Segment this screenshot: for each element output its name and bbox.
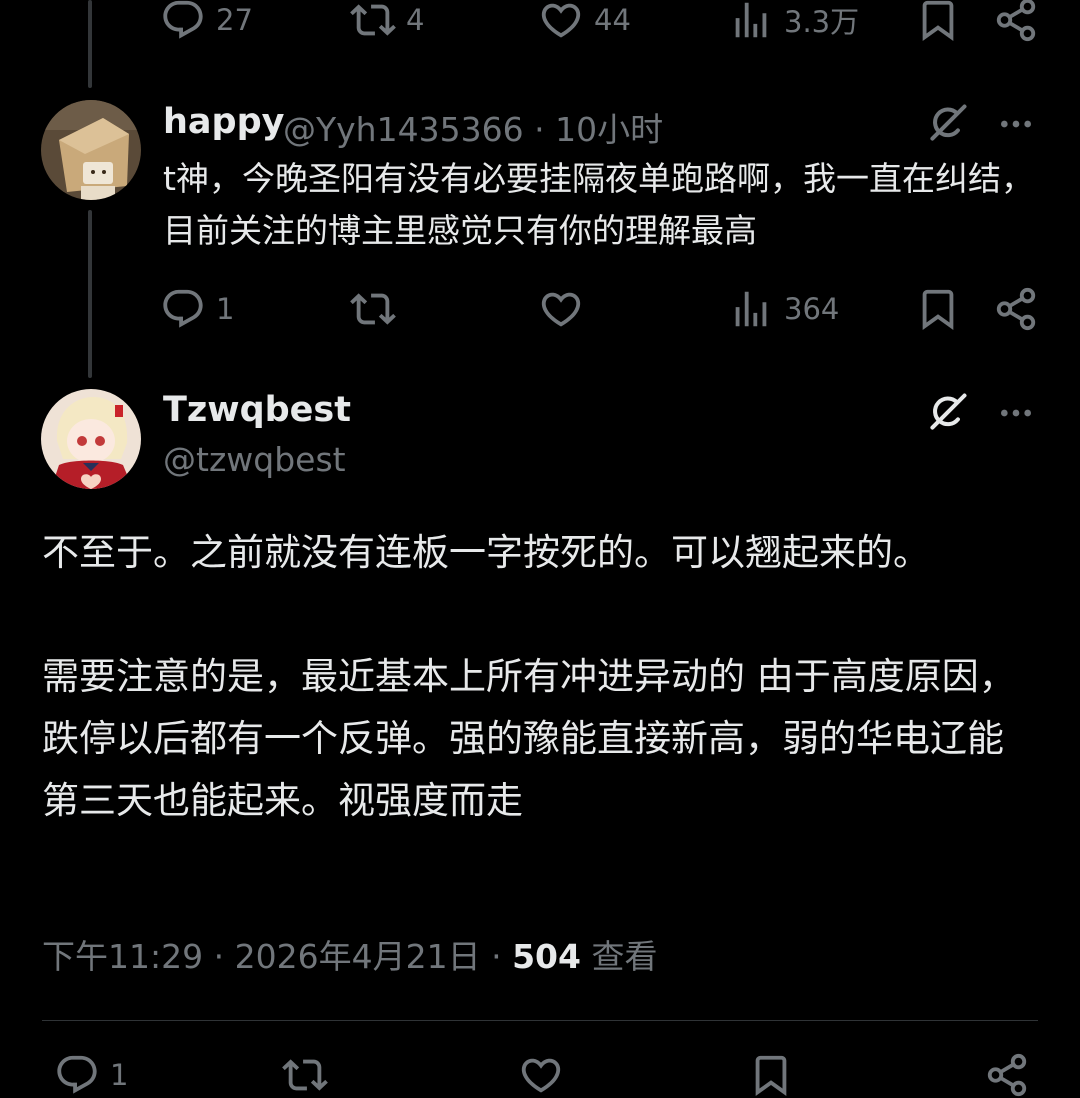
main-like-button[interactable] [518,1052,564,1098]
share-icon [993,0,1039,43]
reply-grok-button[interactable] [926,101,970,145]
reply-bookmark-button[interactable] [915,286,961,332]
post-meta-separator-2: · [491,937,502,976]
grok-icon [926,390,970,434]
top-share-button[interactable] [993,0,1039,43]
heart-icon [518,1052,564,1098]
main-post-paragraph-1: 不至于。之前就没有连板一字按死的。可以翘起来的。 [42,531,930,574]
share-icon [993,286,1039,332]
main-retweet-button[interactable] [282,1052,328,1098]
reply-like-button[interactable] [538,286,584,332]
main-avatar[interactable] [41,389,141,489]
reply-time[interactable]: 10小时 [555,110,663,149]
top-retweet-count: 4 [406,3,425,37]
reply-more-button[interactable] [996,104,1036,144]
reply-handle[interactable]: @Yyh1435366 [283,110,524,149]
main-post-text: 不至于。之前就没有连板一字按死的。可以翘起来的。 需要注意的是，最近基本上所有冲… [42,522,1032,832]
bookmark-icon [915,0,961,43]
top-like-button[interactable]: 44 [538,0,631,43]
main-handle[interactable]: @tzwqbest [163,440,346,479]
main-display-name[interactable]: Tzwqbest [163,390,351,430]
grok-icon [926,101,970,145]
main-avatar-image [41,389,141,489]
share-icon [984,1052,1030,1098]
reply-reply-count: 1 [216,292,235,326]
reply-icon [160,0,206,43]
top-reply-button[interactable]: 27 [160,0,253,43]
post-meta: 下午11:29 · 2026年4月21日 · 504 查看 [42,930,657,978]
main-more-button[interactable] [996,393,1036,433]
reply-icon [54,1052,100,1098]
reply-avatar-image [41,100,141,200]
post-date[interactable]: 2026年4月21日 [235,937,481,976]
reply-meta: @Yyh1435366 · 10小时 [283,103,663,151]
main-reply-button[interactable]: 1 [54,1052,128,1098]
reply-text: t神，今晚圣阳有没有必要挂隔夜单跑路啊，我一直在纠结，目前关注的博主里感觉只有你… [163,159,1034,250]
main-reply-count: 1 [110,1058,129,1092]
views-bar-icon [728,0,774,43]
reply-share-button[interactable] [993,286,1039,332]
reply-avatar[interactable] [41,100,141,200]
main-bookmark-button[interactable] [748,1052,794,1098]
reply-retweet-button[interactable] [350,286,396,332]
bookmark-icon [748,1052,794,1098]
post-meta-separator-1: · [213,937,225,976]
post-time[interactable]: 下午11:29 [42,937,203,976]
top-views-count: 3.3万 [784,5,860,39]
reply-views-button[interactable]: 364 [728,286,839,332]
heart-icon [538,286,584,332]
main-post-paragraph-2: 需要注意的是，最近基本上所有冲进异动的 由于高度原因，跌停以后都有一个反弹。强的… [42,655,1016,822]
reply-reply-button[interactable]: 1 [160,286,234,332]
views-bar-icon [728,286,774,332]
thread-line-top [88,0,92,88]
retweet-icon [282,1052,328,1098]
top-bookmark-button[interactable] [915,0,961,43]
reply-separator: · [534,110,545,149]
top-reply-count: 27 [216,3,253,37]
top-retweet-button[interactable]: 4 [350,0,424,43]
reply-display-name[interactable]: happy [163,102,284,142]
heart-icon [538,0,584,43]
divider [42,1020,1038,1021]
top-like-count: 44 [594,3,631,37]
more-icon [996,104,1036,144]
main-grok-button[interactable] [926,390,970,434]
top-views-button[interactable]: 3.3万 [728,0,859,43]
post-views-count: 504 [512,937,581,976]
reply-icon [160,286,206,332]
retweet-icon [350,286,396,332]
main-share-button[interactable] [984,1052,1030,1098]
thread-line-middle [88,210,92,378]
post-views-label: 查看 [591,937,658,976]
retweet-icon [350,0,396,43]
bookmark-icon [915,286,961,332]
more-icon [996,393,1036,433]
reply-views-count: 364 [784,292,840,326]
